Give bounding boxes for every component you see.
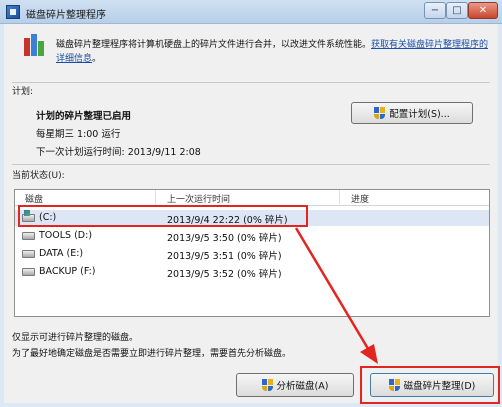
annotation-arrow xyxy=(294,227,378,364)
